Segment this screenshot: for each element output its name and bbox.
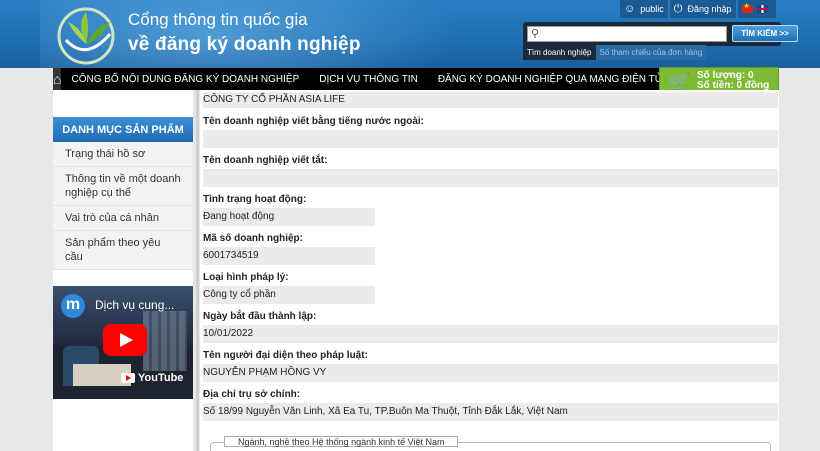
- home-icon[interactable]: ⌂: [53, 68, 62, 90]
- company-name-value: CÔNG TY CỔ PHẦN ASIA LIFE: [203, 92, 778, 108]
- legal-rep-label: Tên người đại diện theo pháp luật:: [203, 350, 368, 361]
- video-title[interactable]: Dịch vụ cung...: [95, 298, 174, 312]
- youtube-logo[interactable]: YouTube: [121, 372, 183, 384]
- legal-type-label: Loại hình pháp lý:: [203, 272, 289, 283]
- foreign-name-label: Tên doanh nghiệp viết bằng tiếng nước ng…: [203, 116, 425, 127]
- site-header: Cổng thông tin quốc gia về đăng ký doanh…: [0, 0, 820, 68]
- search-bar: ⚲ TÌM KIẾM >>: [523, 22, 798, 46]
- foreign-name-value: [203, 130, 778, 148]
- legal-type-value: Công ty cổ phần: [203, 286, 375, 304]
- portal-title-line2: về đăng ký doanh nghiệp: [128, 34, 361, 55]
- user-icon: ☺: [624, 3, 636, 15]
- login-label: Đăng nhập: [687, 4, 732, 14]
- nav-info-services[interactable]: DỊCH VỤ THÔNG TIN: [309, 74, 428, 85]
- tab-order-reference[interactable]: Số tham chiếu của đơn hàng: [595, 45, 707, 60]
- sidebar-item-company-info[interactable]: Thông tin về một doanh nghiệp cụ thể: [53, 167, 193, 206]
- video-player[interactable]: m Dịch vụ cung... YouTube: [53, 286, 193, 399]
- portal-title-line1: Cổng thông tin quốc gia: [128, 10, 308, 29]
- tax-code-value: 6001734519: [203, 247, 375, 265]
- category-heading: DANH MỤC SẢN PHẨM: [53, 117, 193, 142]
- uk-flag-icon[interactable]: [756, 5, 768, 13]
- search-icon: ⚲: [531, 28, 540, 40]
- portal-logo-icon[interactable]: [56, 4, 120, 66]
- tab-find-company[interactable]: Tìm doanh nghiệp: [523, 45, 596, 60]
- column-divider: [196, 90, 199, 451]
- sidebar-item-individual-role[interactable]: Vai trò của cá nhân: [53, 206, 193, 231]
- short-name-label: Tên doanh nghiệp viết tắt:: [203, 155, 328, 166]
- start-date-label: Ngày bắt đầu thành lập:: [203, 311, 317, 322]
- login-link[interactable]: ⏻ Đăng nhập: [669, 0, 736, 18]
- play-button-icon[interactable]: [103, 324, 147, 356]
- sidebar-item-custom-products[interactable]: Sản phẩm theo yêu cầu: [53, 231, 193, 270]
- address-label: Địa chỉ trụ sở chính:: [203, 389, 301, 400]
- status-value: Đang hoạt động: [203, 208, 375, 226]
- video-city-graphic: [143, 311, 187, 371]
- search-button[interactable]: TÌM KIẾM >>: [732, 25, 798, 42]
- short-name-value: [203, 169, 778, 187]
- start-date-value: 10/01/2022: [203, 325, 778, 343]
- user-label: public: [640, 4, 664, 14]
- user-link[interactable]: ☺ public: [620, 0, 668, 18]
- search-tabs: Tìm doanh nghiệp Số tham chiếu của đơn h…: [523, 45, 707, 60]
- industry-legend: Ngành, nghề theo Hệ thống ngành kinh tế …: [224, 436, 459, 447]
- legal-rep-value: NGUYỄN PHẠM HỒNG VY: [203, 364, 778, 382]
- youtube-brand-text: YouTube: [138, 372, 184, 384]
- nav-online-registration[interactable]: ĐĂNG KÝ DOANH NGHIỆP QUA MẠNG ĐIỆN TỬ: [428, 74, 673, 85]
- top-links: ☺ public ⏻ Đăng nhập: [620, 0, 778, 18]
- product-category-menu: DANH MỤC SẢN PHẨM Trạng thái hồ sơ Thông…: [53, 117, 193, 270]
- power-icon: ⏻: [673, 2, 683, 15]
- nav-publish-content[interactable]: CÔNG BỐ NỘI DUNG ĐĂNG KÝ DOANH NGHIỆP: [61, 74, 309, 85]
- company-details-panel: CÔNG TY CỔ PHẦN ASIA LIFE Tên doanh nghi…: [200, 90, 779, 451]
- vietnam-flag-icon[interactable]: [741, 2, 753, 13]
- address-value: Số 18/99 Nguyễn Văn Linh, Xã Ea Tu, TP.B…: [203, 403, 778, 421]
- status-label: Tình trạng hoạt động:: [203, 194, 307, 205]
- tax-code-label: Mã số doanh nghiệp:: [203, 233, 303, 244]
- search-input[interactable]: [527, 26, 727, 42]
- channel-logo-icon[interactable]: m: [61, 294, 85, 318]
- left-sidebar: DANH MỤC SẢN PHẨM Trạng thái hồ sơ Thông…: [53, 90, 193, 451]
- main-nav: ⌂ CÔNG BỐ NỘI DUNG ĐĂNG KÝ DOANH NGHIỆP …: [53, 68, 663, 90]
- language-switcher: [737, 0, 776, 18]
- youtube-icon: [121, 373, 135, 383]
- sidebar-item-dossier-status[interactable]: Trạng thái hồ sơ: [53, 142, 193, 167]
